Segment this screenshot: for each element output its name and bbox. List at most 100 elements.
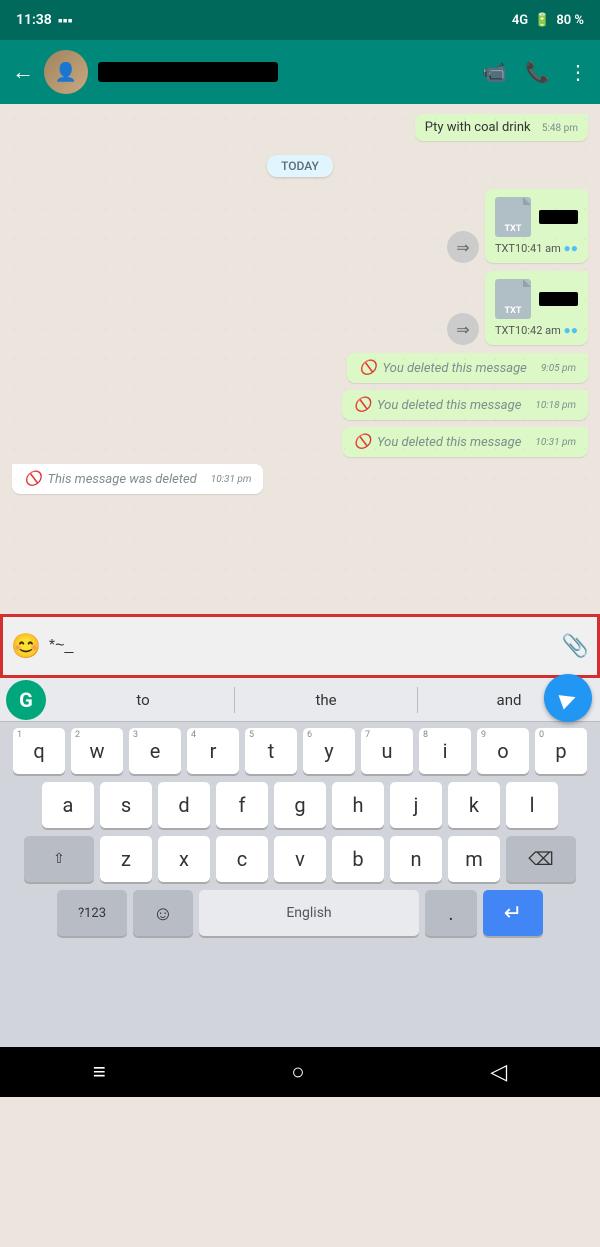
signal-icon: ▪▪▪ xyxy=(58,12,73,29)
key-r[interactable]: 4r xyxy=(187,728,239,774)
key-row-4: ?123 ☺ English . ↵ xyxy=(4,890,596,936)
suggestion-the[interactable]: the xyxy=(235,687,418,713)
file-message-1: ⇒ TXT TXT 10:41 am ●● xyxy=(447,189,588,263)
key-b[interactable]: b xyxy=(332,836,384,882)
key-f[interactable]: f xyxy=(216,782,268,828)
file-bubble-2: TXT TXT 10:42 am ●● xyxy=(485,271,588,345)
key-h[interactable]: h xyxy=(332,782,384,828)
deleted-text-2: You deleted this message xyxy=(377,398,521,413)
key-e[interactable]: 3e xyxy=(129,728,181,774)
key-w[interactable]: 2w xyxy=(71,728,123,774)
deleted-time-2: 10:18 pm xyxy=(535,400,576,411)
key-o[interactable]: 9o xyxy=(477,728,529,774)
nav-back-icon[interactable]: ◁ xyxy=(490,1060,507,1085)
key-y[interactable]: 6y xyxy=(303,728,355,774)
message-text-old: Pty with coal drink xyxy=(425,120,531,135)
emoji-button[interactable]: 😊 xyxy=(11,632,41,660)
file-row-2: TXT xyxy=(495,279,578,319)
deleted-time-in: 10:31 pm xyxy=(211,474,252,485)
key-l[interactable]: l xyxy=(506,782,558,828)
video-call-icon[interactable]: 📹 xyxy=(482,60,507,84)
voice-call-icon[interactable]: 📞 xyxy=(525,60,550,84)
file-row-1: TXT xyxy=(495,197,578,237)
keys-section: 1q 2w 3e 4r 5t 6y 7u 8i 9o 0p a s d f g … xyxy=(0,722,600,936)
avatar-image: 👤 xyxy=(44,50,88,94)
status-time-area: 11:38 ▪▪▪ xyxy=(16,12,73,29)
message-input-bar[interactable]: 😊 📎 xyxy=(0,614,600,678)
key-p[interactable]: 0p xyxy=(535,728,587,774)
key-m[interactable]: m xyxy=(448,836,500,882)
deleted-time-3: 10:31 pm xyxy=(535,437,576,448)
file-name-redacted-1 xyxy=(539,210,578,224)
txt-file-icon-2: TXT xyxy=(495,279,531,319)
read-ticks-2: ●● xyxy=(564,323,579,337)
txt-file-icon-1: TXT xyxy=(495,197,531,237)
status-bar: 11:38 ▪▪▪ 4G 🔋 80 % xyxy=(0,0,600,40)
key-n[interactable]: n xyxy=(390,836,442,882)
nav-home-icon[interactable]: ○ xyxy=(291,1059,304,1085)
file-type-label-1: TXT xyxy=(495,242,515,255)
file-message-2: ⇒ TXT TXT 10:42 am ●● xyxy=(447,271,588,345)
deleted-time-1: 9:05 pm xyxy=(541,363,576,374)
chat-header: ← 👤 📹 📞 ⋮ xyxy=(0,40,600,104)
key-g[interactable]: g xyxy=(274,782,326,828)
battery-icon: 🔋 xyxy=(534,13,550,28)
key-d[interactable]: d xyxy=(158,782,210,828)
file-name-redacted-2 xyxy=(539,292,578,306)
key-c[interactable]: c xyxy=(216,836,268,882)
nav-bar: ≡ ○ ◁ xyxy=(0,1047,600,1097)
message-input[interactable] xyxy=(49,637,554,655)
ban-icon-in: 🚫 xyxy=(24,471,41,487)
file-meta-1: TXT 10:41 am ●● xyxy=(495,241,578,255)
deleted-message-out-3: 🚫 You deleted this message 10:31 pm xyxy=(342,427,588,457)
key-v[interactable]: v xyxy=(274,836,326,882)
emoji-key[interactable]: ☺ xyxy=(133,890,193,936)
chat-area: Pty with coal drink 5:48 pm TODAY ⇒ TXT … xyxy=(0,104,600,614)
status-icons-area: 4G 🔋 80 % xyxy=(512,13,584,28)
key-x[interactable]: x xyxy=(158,836,210,882)
file-meta-2: TXT 10:42 am ●● xyxy=(495,323,578,337)
back-button[interactable]: ← xyxy=(12,59,34,85)
delete-key[interactable]: ⌫ xyxy=(506,836,576,882)
forward-icon-1: ⇒ xyxy=(447,231,479,263)
key-s[interactable]: s xyxy=(100,782,152,828)
attach-button[interactable]: 📎 xyxy=(562,634,589,659)
shift-key[interactable]: ⇧ xyxy=(24,836,94,882)
ban-icon-1: 🚫 xyxy=(359,360,376,376)
more-options-icon[interactable]: ⋮ xyxy=(568,60,588,84)
grammarly-button[interactable]: G xyxy=(6,680,46,720)
key-t[interactable]: 5t xyxy=(245,728,297,774)
num-key[interactable]: ?123 xyxy=(57,890,127,936)
key-row-3: ⇧ z x c v b n m ⌫ xyxy=(4,836,596,882)
key-a[interactable]: a xyxy=(42,782,94,828)
key-i[interactable]: 8i xyxy=(419,728,471,774)
message-time-old: 5:48 pm xyxy=(542,123,578,134)
avatar[interactable]: 👤 xyxy=(44,50,88,94)
time-display: 11:38 xyxy=(16,12,52,28)
send-button[interactable]: ▶ xyxy=(544,674,592,722)
suggestion-to[interactable]: to xyxy=(52,687,235,713)
contact-name-redacted xyxy=(98,62,278,82)
deleted-text-in: This message was deleted xyxy=(47,472,196,487)
deleted-message-out-2: 🚫 You deleted this message 10:18 pm xyxy=(342,390,588,420)
file-bubble-1: TXT TXT 10:41 am ●● xyxy=(485,189,588,263)
deleted-message-in: 🚫 This message was deleted 10:31 pm xyxy=(12,464,263,494)
date-divider-text: TODAY xyxy=(267,155,333,177)
ban-icon-3: 🚫 xyxy=(354,434,371,450)
key-k[interactable]: k xyxy=(448,782,500,828)
key-q[interactable]: 1q xyxy=(13,728,65,774)
dot-key[interactable]: . xyxy=(425,890,477,936)
nav-menu-icon[interactable]: ≡ xyxy=(93,1059,106,1085)
send-icon: ▶ xyxy=(557,684,580,712)
enter-key[interactable]: ↵ xyxy=(483,890,543,936)
key-u[interactable]: 7u xyxy=(361,728,413,774)
file-time-2: 10:42 am ●● xyxy=(515,323,578,337)
read-ticks-1: ●● xyxy=(564,241,579,255)
key-z[interactable]: z xyxy=(100,836,152,882)
keyboard[interactable]: G to the a n d 1q 2w 3e 4r 5t 6y 7u 8i 9o … xyxy=(0,678,600,1047)
message-bubble-old: Pty with coal drink 5:48 pm xyxy=(415,114,588,141)
key-j[interactable]: j xyxy=(390,782,442,828)
network-label: 4G xyxy=(512,13,528,28)
file-type-label-2: TXT xyxy=(495,324,515,337)
space-key[interactable]: English xyxy=(199,890,419,936)
